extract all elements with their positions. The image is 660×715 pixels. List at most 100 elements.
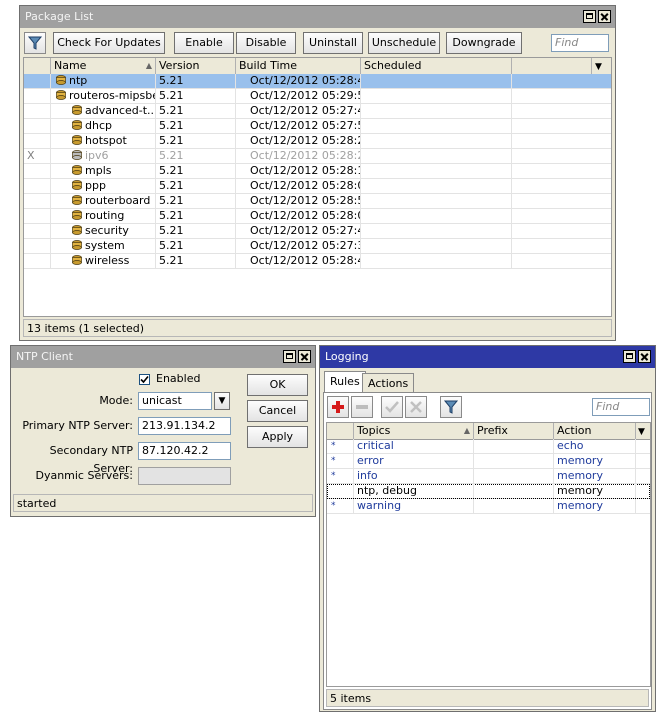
column-action[interactable]: Action <box>554 423 636 439</box>
columns-dropdown[interactable]: ▼ <box>636 423 650 439</box>
check-icon <box>140 375 149 384</box>
mode-label: Mode: <box>99 394 133 407</box>
filter-button[interactable] <box>440 396 462 418</box>
apply-button[interactable]: Apply <box>247 426 308 448</box>
chevron-down-icon: ▼ <box>638 427 645 437</box>
table-row[interactable]: dhcp 5.21 Oct/12/2012 05:27:52 <box>24 119 611 134</box>
table-row[interactable]: routeros-mipsbe 5.21 Oct/12/2012 05:29:53 <box>24 89 611 104</box>
table-row[interactable]: * info memory <box>327 469 650 484</box>
row-name: mpls <box>51 164 156 178</box>
table-row[interactable]: ntp 5.21 Oct/12/2012 05:28:44 <box>24 74 611 89</box>
ntp-client-titlebar[interactable]: NTP Client <box>11 346 315 368</box>
row-version: 5.21 <box>156 239 236 253</box>
primary-ntp-server-input[interactable]: 213.91.134.2 <box>138 417 231 435</box>
row-action: memory <box>554 484 636 498</box>
table-row[interactable]: security 5.21 Oct/12/2012 05:27:49 <box>24 224 611 239</box>
row-disabled-mark <box>24 194 51 208</box>
row-name: hotspot <box>51 134 156 148</box>
maximize-icon[interactable] <box>623 350 636 363</box>
row-version: 5.21 <box>156 134 236 148</box>
enabled-checkbox[interactable] <box>139 374 150 385</box>
column-name[interactable]: Name ▲ <box>51 58 156 74</box>
row-action: echo <box>554 439 636 453</box>
enable-button[interactable] <box>381 396 403 418</box>
close-icon[interactable] <box>638 350 651 363</box>
row-disabled-mark <box>24 164 51 178</box>
row-scheduled <box>361 194 512 208</box>
cancel-button[interactable]: Cancel <box>247 400 308 422</box>
mode-select[interactable]: unicast <box>138 392 212 410</box>
row-build-time: Oct/12/2012 05:28:40 <box>236 254 361 268</box>
default-rule-mark: * <box>331 501 336 511</box>
check-for-updates-button[interactable]: Check For Updates <box>53 32 165 54</box>
table-row[interactable]: advanced-t... 5.21 Oct/12/2012 05:27:41 <box>24 104 611 119</box>
table-row[interactable]: * critical echo <box>327 439 650 454</box>
default-rule-mark: * <box>331 441 336 451</box>
add-button[interactable] <box>327 396 349 418</box>
columns-dropdown[interactable]: ▼ <box>592 58 611 74</box>
table-row[interactable]: ntp, debug memory <box>327 484 650 499</box>
row-name: routerboard <box>51 194 156 208</box>
maximize-icon[interactable] <box>583 10 596 23</box>
tab-actions[interactable]: Actions <box>362 373 415 393</box>
downgrade-button[interactable]: Downgrade <box>446 32 522 54</box>
row-name: system <box>51 239 156 253</box>
default-rule-mark: * <box>331 456 336 466</box>
close-icon[interactable] <box>298 350 311 363</box>
column-topics[interactable]: Topics ▲ <box>354 423 474 439</box>
row-build-time: Oct/12/2012 05:28:21 <box>236 149 361 163</box>
row-disabled-mark <box>24 134 51 148</box>
package-icon <box>56 90 66 100</box>
row-prefix <box>474 484 554 498</box>
minus-icon <box>356 405 368 409</box>
row-disabled-mark: X <box>24 149 51 163</box>
mode-dropdown-button[interactable]: ▼ <box>214 392 230 410</box>
table-row[interactable]: Xipv6 5.21 Oct/12/2012 05:28:21 <box>24 149 611 164</box>
table-row[interactable]: hotspot 5.21 Oct/12/2012 05:28:28 <box>24 134 611 149</box>
row-topics: critical <box>354 439 474 453</box>
rules-table: Topics ▲ Prefix Action ▼ * critical echo * e… <box>326 422 651 687</box>
ok-button[interactable]: OK <box>247 374 308 396</box>
row-name: advanced-t... <box>51 104 156 118</box>
table-row[interactable]: mpls 5.21 Oct/12/2012 05:28:12 <box>24 164 611 179</box>
table-row[interactable]: * warning memory <box>327 499 650 514</box>
close-icon[interactable] <box>598 10 611 23</box>
filter-button[interactable] <box>24 32 46 54</box>
find-input[interactable]: Find <box>551 34 609 52</box>
disable-button[interactable]: Disable <box>236 32 296 54</box>
column-prefix[interactable]: Prefix <box>474 423 554 439</box>
sort-asc-icon: ▲ <box>145 61 152 70</box>
enable-button[interactable]: Enable <box>174 32 234 54</box>
table-row[interactable]: routerboard 5.21 Oct/12/2012 05:28:55 <box>24 194 611 209</box>
table-row[interactable]: wireless 5.21 Oct/12/2012 05:28:40 <box>24 254 611 269</box>
row-disabled-mark <box>24 89 51 103</box>
row-name: routing <box>51 209 156 223</box>
table-row[interactable]: routing 5.21 Oct/12/2012 05:28:06 <box>24 209 611 224</box>
row-scheduled <box>361 179 512 193</box>
tab-rules[interactable]: Rules <box>324 371 366 393</box>
column-version[interactable]: Version <box>156 58 236 74</box>
row-name: security <box>51 224 156 238</box>
row-build-time: Oct/12/2012 05:27:41 <box>236 104 361 118</box>
row-name: ipv6 <box>51 149 156 163</box>
logging-titlebar[interactable]: Logging <box>320 346 655 368</box>
status-bar: 13 items (1 selected) <box>23 319 612 337</box>
row-build-time: Oct/12/2012 05:29:53 <box>236 89 361 103</box>
maximize-icon[interactable] <box>283 350 296 363</box>
column-scheduled[interactable]: Scheduled <box>361 58 512 74</box>
row-version: 5.21 <box>156 104 236 118</box>
unschedule-button[interactable]: Unschedule <box>368 32 440 54</box>
table-row[interactable]: system 5.21 Oct/12/2012 05:27:31 <box>24 239 611 254</box>
uninstall-button[interactable]: Uninstall <box>303 32 363 54</box>
secondary-ntp-server-input[interactable]: 87.120.42.2 <box>138 442 231 460</box>
package-list-titlebar[interactable]: Package List <box>20 6 615 28</box>
remove-button[interactable] <box>351 396 373 418</box>
row-version: 5.21 <box>156 74 236 88</box>
find-input[interactable]: Find <box>592 398 650 416</box>
column-build-time[interactable]: Build Time <box>236 58 361 74</box>
table-row[interactable]: * error memory <box>327 454 650 469</box>
table-row[interactable]: ppp 5.21 Oct/12/2012 05:28:03 <box>24 179 611 194</box>
disable-button[interactable] <box>405 396 427 418</box>
row-build-time: Oct/12/2012 05:28:55 <box>236 194 361 208</box>
row-scheduled <box>361 149 512 163</box>
